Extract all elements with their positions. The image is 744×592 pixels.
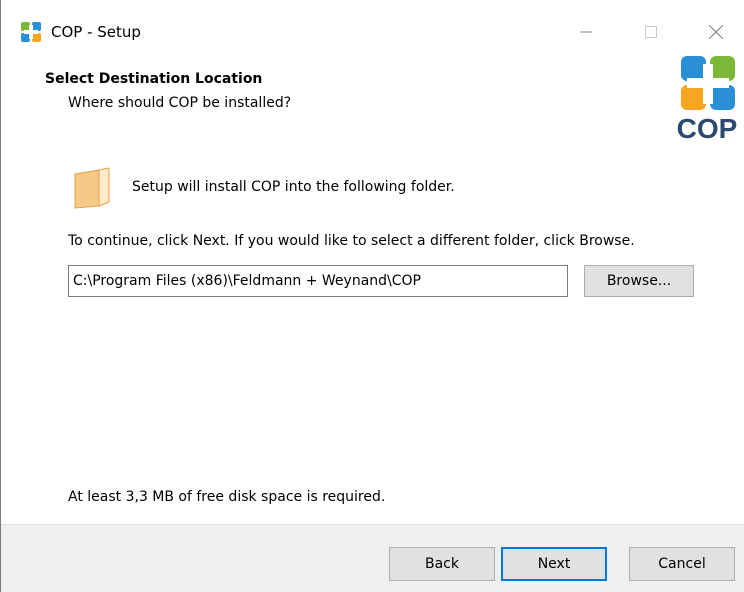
page-title: Select Destination Location [45, 71, 263, 87]
setup-window: COP - Setup Select Destination Location … [0, 0, 744, 592]
cancel-button[interactable]: Cancel [629, 547, 735, 581]
minimize-icon [580, 31, 592, 33]
maximize-button[interactable] [628, 14, 674, 50]
intro-text: Setup will install COP into the followin… [132, 179, 455, 195]
back-button[interactable]: Back [389, 547, 495, 581]
page-subtitle: Where should COP be installed? [68, 95, 292, 111]
button-bar: Back Next Cancel [1, 524, 744, 592]
wizard-content: Setup will install COP into the followin… [1, 150, 744, 520]
close-button[interactable] [693, 14, 739, 50]
folder-icon [74, 167, 110, 209]
instruction-text: To continue, click Next. If you would li… [68, 233, 635, 249]
cop-logo: COP [677, 56, 738, 142]
destination-path-input[interactable] [68, 265, 568, 297]
browse-button[interactable]: Browse... [584, 265, 694, 297]
title-bar[interactable]: COP - Setup [1, 0, 744, 62]
wizard-header: Select Destination Location Where should… [1, 62, 744, 148]
next-button[interactable]: Next [501, 547, 607, 581]
logo-text: COP [677, 113, 738, 142]
minimize-button[interactable] [563, 14, 609, 50]
app-icon [21, 22, 41, 42]
maximize-icon [645, 26, 657, 38]
window-title: COP - Setup [51, 23, 141, 41]
disk-space-text: At least 3,3 MB of free disk space is re… [68, 489, 386, 505]
close-icon [709, 25, 723, 39]
